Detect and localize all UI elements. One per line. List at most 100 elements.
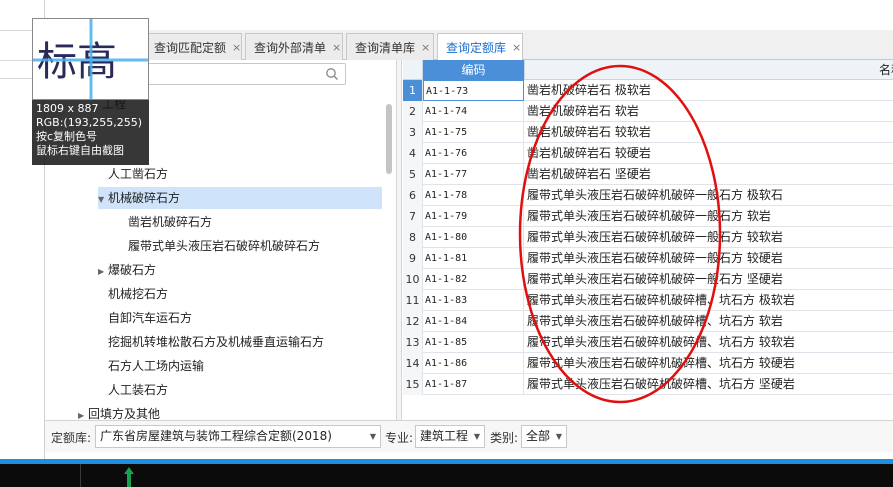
free-capture-hint: 鼠标右键自由截图: [36, 144, 124, 157]
category-select[interactable]: 全部 ▼: [521, 425, 567, 448]
tree-item-label: 人工凿石方: [108, 167, 169, 181]
tree-item-crawler-hydraulic[interactable]: 履带式单头液压岩石破碎机破碎石方: [118, 235, 320, 257]
quota-code-cell[interactable]: A1-1-83: [423, 290, 524, 311]
column-header-code[interactable]: 编码: [423, 60, 524, 80]
tree-item-dump-truck[interactable]: 自卸汽车运石方: [98, 307, 192, 329]
row-number: 15: [403, 374, 423, 395]
panel-splitter[interactable]: [396, 60, 402, 420]
tab-query-list-library[interactable]: 查询清单库 ×: [346, 33, 434, 60]
tree-scrollbar[interactable]: [385, 100, 393, 420]
search-icon[interactable]: [325, 67, 339, 81]
quota-code-cell[interactable]: A1-1-81: [423, 248, 524, 269]
tree-item-rock-drill[interactable]: 凿岩机破碎石方: [118, 211, 212, 233]
major-label: 专业:: [385, 431, 414, 445]
tab-label: 查询清单库: [355, 40, 416, 55]
tree-item-label: 机械挖石方: [108, 287, 169, 301]
quota-code-cell[interactable]: A1-1-80: [423, 227, 524, 248]
magnifier-preview: 标高: [32, 18, 149, 100]
filter-bar: 定额库: 广东省房屋建筑与装饰工程综合定额(2018) ▼ 专业: 建筑工程 ▼…: [45, 420, 893, 452]
zoomed-pixels-image: 标高: [33, 19, 148, 99]
screen-color-picker-magnifier: 标高 1809 x 887 RGB:(193,255,255) 按c复制色号 鼠…: [32, 18, 149, 165]
row-number: 3: [403, 122, 423, 143]
close-icon[interactable]: ×: [421, 41, 430, 54]
collapse-arrow-icon[interactable]: ▼: [98, 189, 108, 211]
quota-code-cell[interactable]: A1-1-84: [423, 311, 524, 332]
tree-item-label: 挖掘机转堆松散石方及机械垂直运输石方: [108, 335, 325, 349]
row-number: 4: [403, 143, 423, 164]
tree-item-blasting[interactable]: ▶ 爆破石方: [98, 259, 156, 281]
tree-item-manual-transport[interactable]: 石方人工场内运输: [98, 355, 204, 377]
close-icon[interactable]: ×: [232, 41, 241, 54]
quota-code-cell[interactable]: A1-1-85: [423, 332, 524, 353]
close-icon[interactable]: ×: [512, 41, 521, 54]
close-icon[interactable]: ×: [332, 41, 341, 54]
quota-code-cell[interactable]: A1-1-87: [423, 374, 524, 395]
tree-item-mechanical-dig[interactable]: 机械挖石方: [98, 283, 168, 305]
row-number: 2: [403, 101, 423, 122]
row-number: 12: [403, 311, 423, 332]
row-number: 1: [403, 80, 423, 101]
tree-item-mechanical-break[interactable]: ▼ 机械破碎石方: [98, 187, 382, 209]
tree-item-excavator-transfer[interactable]: 挖掘机转堆松散石方及机械垂直运输石方: [98, 331, 324, 353]
tree-item-label: 石方人工场内运输: [108, 359, 205, 373]
tree-item-manual-chisel[interactable]: 人工凿石方: [98, 163, 168, 185]
expand-arrow-icon[interactable]: ▶: [78, 405, 88, 420]
chevron-down-icon: ▼: [555, 432, 562, 441]
category-select-value: 全部: [526, 429, 551, 443]
taskbar: [0, 464, 893, 487]
scrollbar-thumb[interactable]: [386, 104, 392, 174]
row-number: 14: [403, 353, 423, 374]
tree-item-backfill[interactable]: ▶ 回填方及其他: [78, 403, 160, 420]
major-select-value: 建筑工程: [420, 429, 469, 443]
tree-item-label: 机械破碎石方: [108, 191, 181, 205]
quota-code-cell[interactable]: A1-1-74: [423, 101, 524, 122]
quota-code-cell[interactable]: A1-1-73: [423, 80, 524, 101]
row-number: 11: [403, 290, 423, 311]
chevron-down-icon: ▼: [473, 432, 480, 441]
tree-item-manual-loading[interactable]: 人工装石方: [98, 379, 168, 401]
library-select[interactable]: 广东省房屋建筑与装饰工程综合定额(2018) ▼: [95, 425, 381, 448]
tree-item-label: 履带式单头液压岩石破碎机破碎石方: [128, 239, 321, 253]
taskbar-divider: [80, 464, 81, 487]
capture-size-text: 1809 x 887: [36, 102, 99, 115]
grid-corner: [403, 60, 423, 80]
arrow-up-icon: [124, 467, 134, 487]
tab-bar: 查询匹配定额 × 查询外部清单 × 查询清单库 × 查询定额库 ×: [45, 30, 893, 61]
quota-code-cell[interactable]: A1-1-78: [423, 185, 524, 206]
tab-query-external-list[interactable]: 查询外部清单 ×: [245, 33, 343, 60]
quota-code-cell[interactable]: A1-1-75: [423, 122, 524, 143]
tree-item-label: 回填方及其他: [88, 407, 161, 420]
tab-label: 查询定额库: [446, 41, 507, 55]
tree-item-label: 爆破石方: [108, 263, 157, 277]
rgb-readout-text: RGB:(193,255,255): [36, 116, 142, 129]
row-number: 9: [403, 248, 423, 269]
red-annotation-ellipse: [518, 64, 722, 404]
category-label: 类别:: [490, 431, 519, 445]
major-select[interactable]: 建筑工程 ▼: [415, 425, 485, 448]
row-number: 10: [403, 269, 423, 290]
tab-query-match-quota[interactable]: 查询匹配定额 ×: [145, 33, 242, 60]
row-number: 13: [403, 332, 423, 353]
copy-color-hint: 按c复制色号: [36, 130, 98, 143]
magnifier-info: 1809 x 887 RGB:(193,255,255) 按c复制色号 鼠标右键…: [36, 102, 142, 158]
library-label: 定额库:: [51, 431, 92, 445]
magnifier-preview-text: 标高: [37, 39, 117, 85]
tree-item-label: 人工装石方: [108, 383, 169, 397]
row-number: 6: [403, 185, 423, 206]
tree-item-label: 凿岩机破碎石方: [128, 215, 213, 229]
app-window: 查询匹配定额 × 查询外部清单 × 查询清单库 × 查询定额库 × 工程 人工凿…: [0, 0, 893, 487]
tree-item-label: 自卸汽车运石方: [108, 311, 193, 325]
expand-arrow-icon[interactable]: ▶: [98, 261, 108, 283]
row-number: 7: [403, 206, 423, 227]
row-number: 8: [403, 227, 423, 248]
tab-query-quota-library[interactable]: 查询定额库 ×: [437, 33, 523, 61]
row-number: 5: [403, 164, 423, 185]
quota-code-cell[interactable]: A1-1-82: [423, 269, 524, 290]
chevron-down-icon: ▼: [369, 432, 376, 441]
library-select-value: 广东省房屋建筑与装饰工程综合定额(2018): [100, 429, 332, 443]
tab-label: 查询匹配定额: [154, 40, 227, 55]
quota-code-cell[interactable]: A1-1-86: [423, 353, 524, 374]
quota-code-cell[interactable]: A1-1-79: [423, 206, 524, 227]
quota-code-cell[interactable]: A1-1-77: [423, 164, 524, 185]
quota-code-cell[interactable]: A1-1-76: [423, 143, 524, 164]
